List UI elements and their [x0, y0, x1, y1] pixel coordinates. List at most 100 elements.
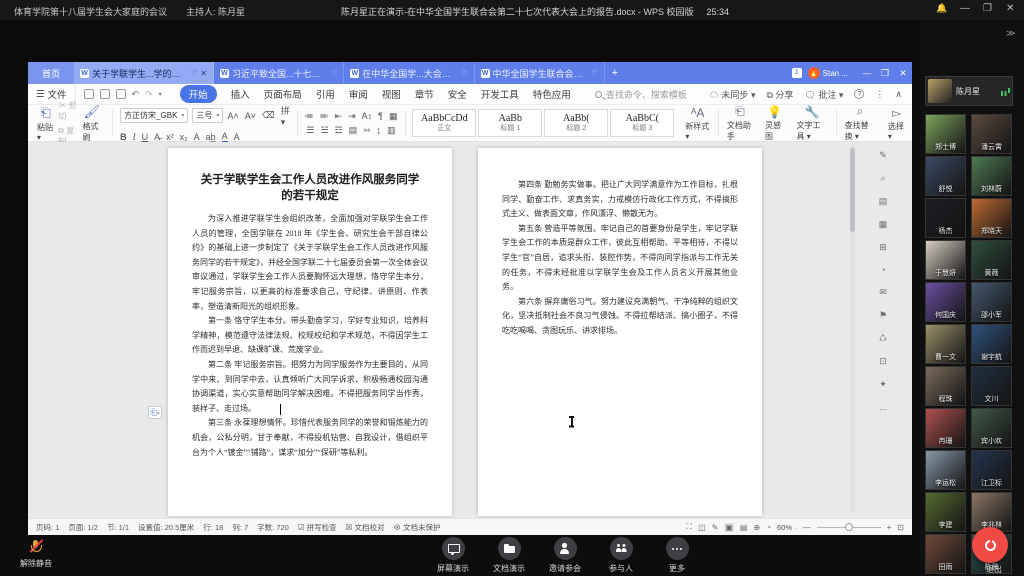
participant-tile[interactable]: 李运松 [925, 450, 966, 490]
print-icon[interactable] [100, 89, 110, 99]
subscript-icon[interactable]: x₂ [180, 132, 188, 142]
outline-view-icon[interactable]: ▤ [740, 523, 748, 532]
side-tool-icon[interactable]: … [879, 402, 888, 412]
undo-icon[interactable]: ↶ [132, 89, 140, 100]
side-tool-icon[interactable]: ⚑ [879, 310, 887, 321]
document-canvas[interactable]: 关于学联学生会工作人员改进作风服务同学的若干规定 为深入推进学联学生会组织改革，… [28, 142, 912, 518]
customize-toolbar-icon[interactable]: ▾ [159, 91, 162, 98]
account-name[interactable]: Stan ... [823, 69, 848, 78]
underline-button[interactable]: U [142, 132, 149, 142]
participant-tile[interactable]: 李兆林 [971, 492, 1012, 532]
new-style-button[interactable]: ᴬA 新样式 ▾ [679, 106, 716, 141]
participant-tile[interactable]: 宾小欢 [971, 408, 1012, 448]
side-tool-icon[interactable]: ♺ [879, 333, 887, 344]
style-preset-标题 2[interactable]: AaBb(标题 2 [544, 109, 608, 137]
web-view-icon[interactable]: ⊕ [753, 523, 760, 532]
find-replace-button[interactable]: ⌕ 查找替换 ▾ [839, 104, 882, 142]
font-color-icon[interactable]: A [222, 131, 228, 143]
account-avatar[interactable]: 🔥 [808, 67, 820, 79]
participant-tile[interactable]: 于慧妍 [925, 240, 966, 280]
select-button[interactable]: ▻ 选择 ▾ [882, 106, 912, 141]
shrink-font-icon[interactable]: A˅ [245, 111, 256, 121]
ribbon-tab-章节[interactable]: 章节 [415, 87, 434, 101]
participant-tile[interactable]: 冉珊 [925, 408, 966, 448]
document-page-1[interactable]: 关于学联学生会工作人员改进作风服务同学的若干规定 为深入推进学联学生会组织改革，… [168, 148, 452, 516]
presenter-tile[interactable]: 陈月星 [925, 76, 1013, 106]
doc-tab-3[interactable]: W在中华全国学...大会上的报告♡ [344, 62, 474, 84]
phonetic-guide-icon[interactable]: 拼▾ [281, 104, 290, 128]
collapse-panel-icon[interactable]: ≫ [1006, 28, 1015, 39]
side-tool-icon[interactable]: ⊡ [879, 356, 887, 367]
pin-icon[interactable]: ♡ [191, 69, 197, 77]
participant-tile[interactable]: 田雨 [925, 534, 966, 574]
more-menu-icon[interactable]: ⋮ [875, 89, 884, 100]
font-name-select[interactable]: 方正仿宋_GBK▾ [120, 108, 188, 123]
minimize-button[interactable]: — [960, 3, 970, 14]
side-tool-icon[interactable]: ▦ [879, 219, 888, 230]
side-tool-icon[interactable]: ✦ [879, 379, 887, 390]
collapse-ribbon-icon[interactable]: ∧ [895, 89, 902, 100]
status-toggle-文档校对[interactable]: ☒ 文档校对 [346, 522, 385, 533]
text-tool-button[interactable]: 🔧 文字工具 ▾ [791, 105, 834, 142]
pin-icon[interactable]: ♡ [331, 69, 337, 77]
grow-font-icon[interactable]: A˄ [227, 111, 238, 121]
participant-tile[interactable]: 郑晓天 [971, 198, 1012, 238]
paragraph-format-icon[interactable]: ⇿ [363, 125, 371, 136]
ribbon-tab-安全[interactable]: 安全 [448, 87, 467, 101]
paragraph-format-icon[interactable]: ≕ [320, 111, 329, 122]
participant-tile[interactable]: 江卫标 [971, 450, 1012, 490]
new-tab-button[interactable]: + [605, 62, 625, 84]
document-scrollbar-thumb[interactable] [850, 148, 855, 232]
share-button[interactable]: ⧉ 分享 [766, 88, 793, 101]
invite-button[interactable]: 邀请参会 [544, 537, 586, 574]
comment-button[interactable]: 🗨 批注 ▾ [804, 88, 843, 101]
participant-tile[interactable]: 何国庆 [925, 282, 966, 322]
paragraph-format-icon[interactable]: ≔ [305, 111, 314, 122]
two-page-view-icon[interactable]: ◫ [698, 523, 706, 532]
ink-annotate-icon[interactable]: ✎ [712, 523, 719, 532]
wps-restore-button[interactable]: ❐ [876, 68, 894, 79]
doc-tab-2[interactable]: W习近平致全国...十七大的贺信♡ [214, 62, 344, 84]
doc-assistant-button[interactable]: ⎗ 文档助手 [721, 104, 759, 142]
fullscreen-view-icon[interactable]: ⛶ [686, 522, 692, 532]
ribbon-tab-页面布局[interactable]: 页面布局 [264, 87, 302, 101]
ribbon-tab-审阅[interactable]: 审阅 [349, 87, 368, 101]
paragraph-format-icon[interactable]: ▦ [389, 111, 398, 122]
ribbon-tab-开发工具[interactable]: 开发工具 [481, 87, 519, 101]
ribbon-tab-插入[interactable]: 插入 [231, 87, 250, 101]
wps-close-button[interactable]: ✕ [894, 68, 912, 79]
ribbon-tab-引用[interactable]: 引用 [316, 87, 335, 101]
help-icon[interactable]: ? [854, 89, 864, 99]
notification-badge[interactable]: 1 [792, 68, 802, 78]
format-painter-button[interactable]: 🖌 格式刷 [79, 104, 106, 143]
highlight-color-icon[interactable]: ab̲ [206, 132, 216, 142]
page-view-icon[interactable]: ▣ [724, 523, 734, 532]
style-preset-标题 1[interactable]: AaBb标题 1 [478, 109, 542, 137]
clear-format-icon[interactable]: ⌫ [262, 110, 275, 121]
home-tab[interactable]: 首页 [28, 62, 74, 84]
cut-button[interactable]: ✂ 剪切 [58, 100, 78, 122]
italic-button[interactable]: I [133, 132, 136, 142]
pin-icon[interactable]: ♡ [461, 69, 467, 77]
participant-tile[interactable]: 程珠 [925, 366, 966, 406]
paragraph-format-icon[interactable]: ☲ [335, 125, 343, 136]
paragraph-format-icon[interactable]: ¶ [378, 111, 383, 121]
participant-tile[interactable]: 谢宇航 [971, 324, 1012, 364]
sync-status[interactable]: ☁ 未同步 ▾ [710, 88, 756, 101]
zoom-in-button[interactable]: + [887, 523, 892, 532]
strikethrough-icon[interactable]: A̶ [154, 132, 160, 142]
paste-options-popup[interactable]: ⎗▾ [148, 406, 162, 419]
screen-share-button[interactable]: 屏幕演示 [432, 537, 474, 574]
eye-protect-icon[interactable]: ◔ [766, 523, 771, 532]
superscript-icon[interactable]: x² [166, 132, 174, 142]
wps-minimize-button[interactable]: — [858, 68, 876, 78]
command-search[interactable]: 查找命令、搜索模板 [595, 88, 687, 101]
font-size-select[interactable]: 三号▾ [192, 108, 223, 123]
fit-page-icon[interactable]: ⊡ [897, 523, 904, 532]
paragraph-format-icon[interactable]: A↕ [362, 111, 373, 121]
side-tool-icon[interactable]: ⊞ [879, 242, 887, 253]
paragraph-format-icon[interactable]: ⇤ [335, 111, 343, 122]
paragraph-format-icon[interactable]: ▥ [387, 125, 396, 136]
side-tool-icon[interactable]: ▤ [879, 196, 888, 207]
print-preview-icon[interactable] [116, 89, 126, 99]
